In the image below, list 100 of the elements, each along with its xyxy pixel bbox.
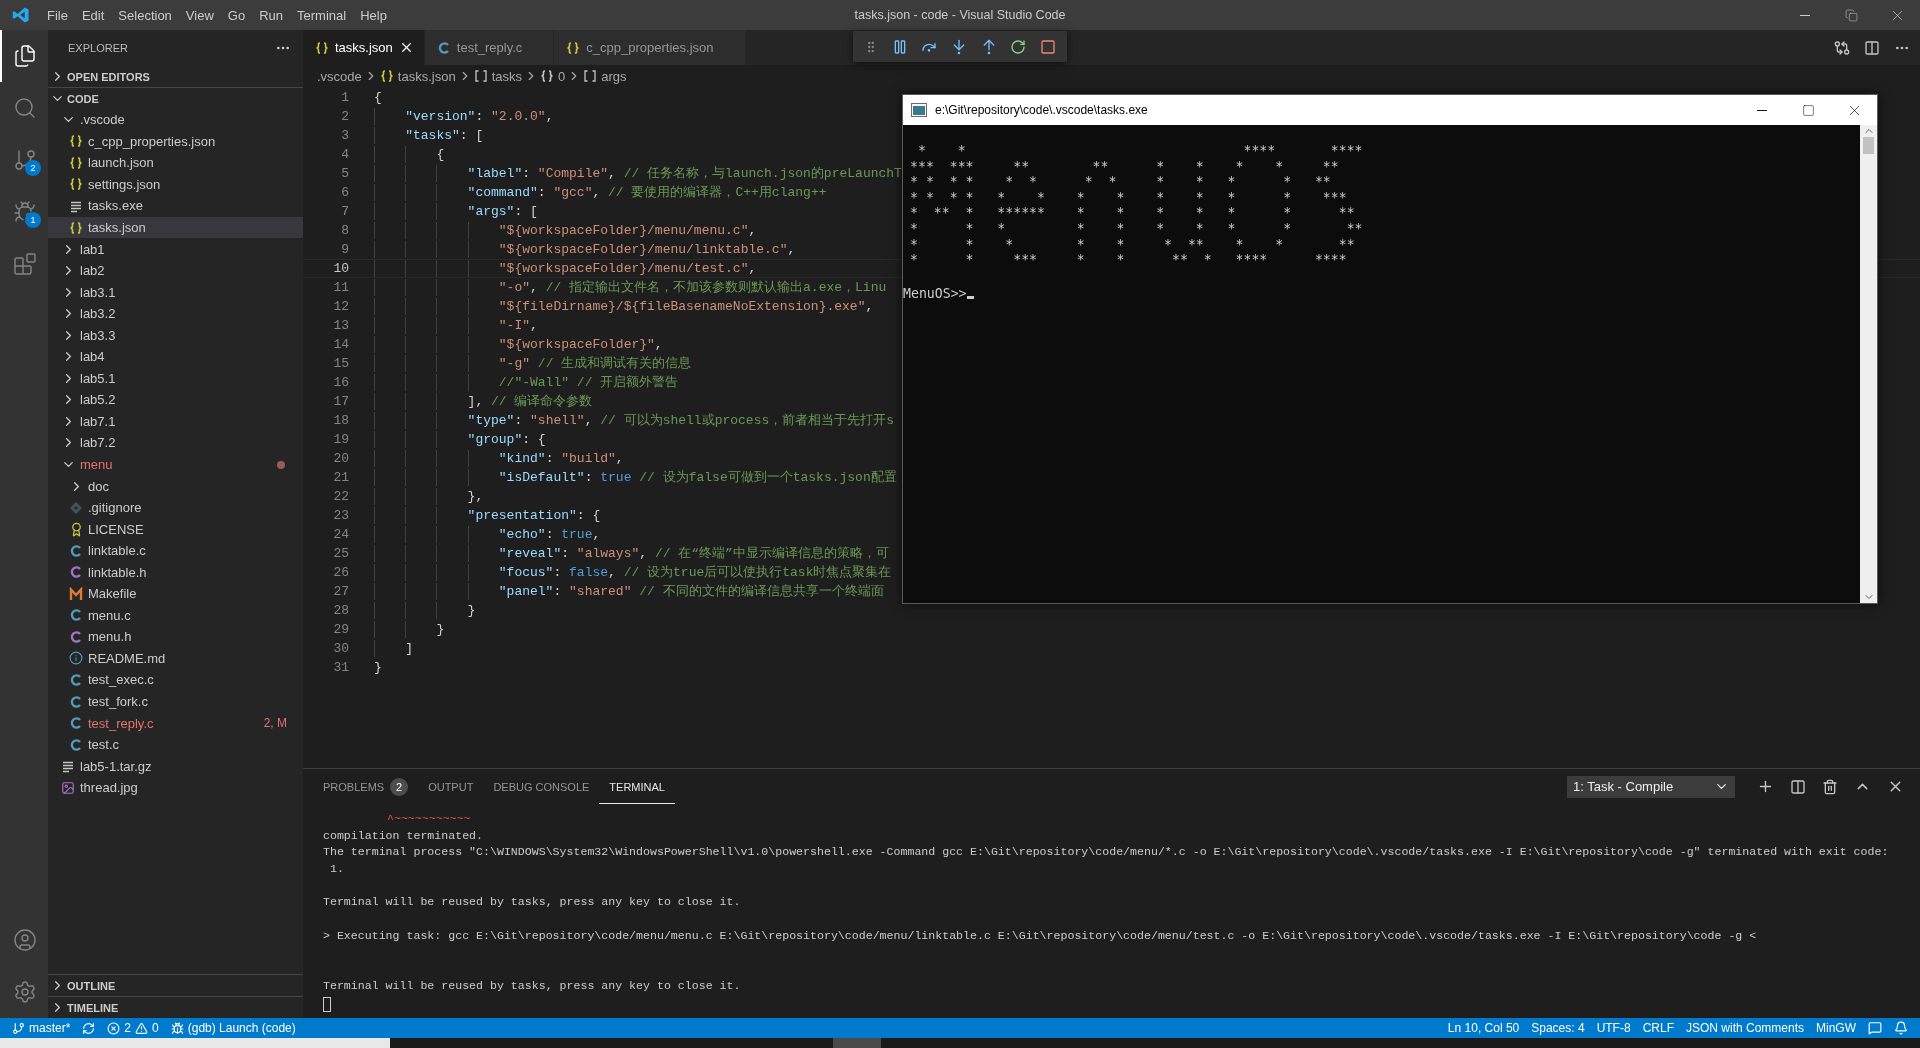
- line-number: 24: [332, 526, 349, 543]
- code-line: }: [374, 602, 476, 619]
- branch-status[interactable]: master*: [6, 1018, 77, 1038]
- code-line: "-I",: [374, 317, 538, 334]
- c-icon: [69, 565, 83, 580]
- new-terminal-icon[interactable]: [1757, 778, 1774, 795]
- section-header[interactable]: OUTLINE: [48, 974, 303, 996]
- breadcrumb-item[interactable]: args: [583, 68, 627, 84]
- explorer-folder[interactable]: lab3.1: [48, 281, 303, 303]
- status-item[interactable]: MinGW: [1810, 1018, 1862, 1038]
- line-number: 27: [332, 583, 349, 600]
- explorer-entry[interactable]: LICENSE: [48, 518, 303, 540]
- stop-button[interactable]: [1040, 38, 1057, 55]
- explorer-entry[interactable]: tasks.json: [48, 216, 303, 239]
- explorer-entry[interactable]: c_cpp_properties.json: [48, 130, 303, 153]
- explorer-folder[interactable]: lab7.1: [48, 410, 303, 433]
- breadcrumb-item[interactable]: tasks: [473, 68, 522, 84]
- scroll-thumb[interactable]: [1863, 137, 1874, 154]
- minimize-icon: [1800, 14, 1810, 16]
- menubar-entry[interactable]: Selection: [111, 3, 179, 27]
- code-line: {: [374, 89, 382, 106]
- explorer-entry[interactable]: settings.json: [48, 173, 303, 196]
- status-item[interactable]: Ln 10, Col 50: [1441, 1018, 1526, 1038]
- explorer-entry[interactable]: tasks.exe: [48, 195, 303, 217]
- section-header[interactable]: CODE: [48, 87, 303, 109]
- panel-tab[interactable]: TERMINAL: [599, 769, 675, 804]
- count-badge: 1: [25, 212, 41, 228]
- problems-status[interactable]: 2 0: [101, 1018, 165, 1038]
- explorer-folder[interactable]: lab2: [48, 259, 303, 282]
- explorer-entry[interactable]: menu.h: [48, 626, 303, 648]
- explorer-folder[interactable]: .vscode: [48, 109, 303, 131]
- explorer-entry[interactable]: thread.jpg: [48, 776, 303, 799]
- explorer-folder[interactable]: lab7.2: [48, 432, 303, 454]
- explorer-entry[interactable]: linktable.c: [48, 539, 303, 562]
- explorer-folder[interactable]: lab4: [48, 346, 303, 368]
- panel-tab[interactable]: OUTPUT: [418, 769, 484, 804]
- line-number: 6: [340, 184, 349, 201]
- menubar-entry[interactable]: Help: [353, 3, 394, 27]
- explorer-entry[interactable]: Makefile: [48, 583, 303, 605]
- status-item[interactable]: Spaces: 4: [1525, 1018, 1591, 1038]
- status-item[interactable]: JSON with Comments: [1679, 1018, 1810, 1038]
- menubar-entry[interactable]: Terminal: [290, 3, 354, 27]
- line-number: 5: [340, 165, 349, 182]
- compare-icon[interactable]: [1834, 39, 1850, 56]
- line-number: 12: [332, 298, 349, 315]
- menubar-entry[interactable]: File: [40, 3, 75, 27]
- explorer-entry[interactable]: test_reply.c 2, M: [48, 712, 303, 734]
- split-terminal-icon[interactable]: [1790, 778, 1806, 795]
- explorer-folder[interactable]: menu: [48, 453, 303, 476]
- explorer-entry[interactable]: .gitignore: [48, 496, 303, 519]
- explorer-entry[interactable]: test.c: [48, 733, 303, 756]
- editor-tab[interactable]: c_cpp_properties.json: [554, 30, 746, 65]
- menubar-entry[interactable]: Go: [220, 3, 253, 27]
- warning-icon: [135, 1021, 149, 1035]
- debug-launch-status[interactable]: (gdb) Launch (code): [164, 1018, 302, 1038]
- explorer-folder[interactable]: lab1: [48, 238, 303, 260]
- c-icon: [69, 737, 83, 752]
- terminal-line: Terminal will be reused by tasks, press any key to close it.: [323, 894, 742, 911]
- activity-button[interactable]: 2: [0, 134, 48, 186]
- explorer-folder[interactable]: lab3.2: [48, 302, 303, 325]
- code-line: "group": {: [374, 431, 546, 448]
- account-icon: [13, 928, 37, 952]
- breadcrumb-item[interactable]: 0: [539, 68, 566, 84]
- braces-icon: [566, 40, 581, 55]
- breadcrumb-item[interactable]: .vscode: [317, 68, 362, 84]
- bell-icon: [1894, 1021, 1908, 1035]
- terminal-select[interactable]: 1: Task - Compile: [1567, 775, 1735, 798]
- activity-button[interactable]: 1: [0, 186, 48, 238]
- menubar-entry[interactable]: Run: [252, 3, 290, 27]
- status-item[interactable]: CRLF: [1636, 1018, 1680, 1038]
- explorer-folder[interactable]: lab3.3: [48, 324, 303, 346]
- explorer-entry[interactable]: lab5-1.tar.gz: [48, 755, 303, 777]
- explorer-folder[interactable]: doc: [48, 475, 303, 497]
- explorer-entry[interactable]: launch.json: [48, 152, 303, 174]
- line-number: 1: [340, 89, 349, 106]
- editor-tab[interactable]: test_reply.c: [424, 30, 555, 65]
- explorer-entry[interactable]: test_fork.c: [48, 690, 303, 713]
- menubar-entry[interactable]: Edit: [74, 3, 112, 27]
- menubar-entry[interactable]: View: [178, 3, 221, 27]
- explorer-entry[interactable]: README.md: [48, 647, 303, 670]
- trash-icon[interactable]: [1822, 778, 1838, 795]
- git-status-label: 2, M: [263, 716, 287, 731]
- breadcrumb-item[interactable]: tasks.json: [379, 68, 456, 84]
- explorer-folder[interactable]: lab5.1: [48, 367, 303, 390]
- restart-button[interactable]: [1010, 38, 1027, 55]
- section-header[interactable]: OPEN EDITORS: [48, 65, 303, 87]
- line-number: 26: [332, 564, 349, 581]
- scrollbar[interactable]: [1860, 125, 1877, 603]
- panel-tab[interactable]: DEBUG CONSOLE: [483, 769, 600, 804]
- code-line: "type": "shell", // 可以为shell或process，前者相当于先打开s: [374, 412, 895, 429]
- panel-tab[interactable]: PROBLEMS 2: [313, 769, 419, 804]
- explorer-entry[interactable]: test_exec.c: [48, 669, 303, 691]
- explorer-folder[interactable]: lab5.2: [48, 389, 303, 411]
- restore-icon: [1844, 8, 1858, 22]
- explorer-entry[interactable]: linktable.h: [48, 561, 303, 584]
- explorer-entry[interactable]: menu.c: [48, 604, 303, 627]
- code-line: "${fileDirname}/${fileBasenameNoExtension}.exe",: [374, 298, 874, 315]
- split-editor-icon[interactable]: [1864, 39, 1880, 56]
- editor-tab[interactable]: tasks.json: [303, 30, 425, 65]
- status-item[interactable]: UTF-8: [1590, 1018, 1637, 1038]
